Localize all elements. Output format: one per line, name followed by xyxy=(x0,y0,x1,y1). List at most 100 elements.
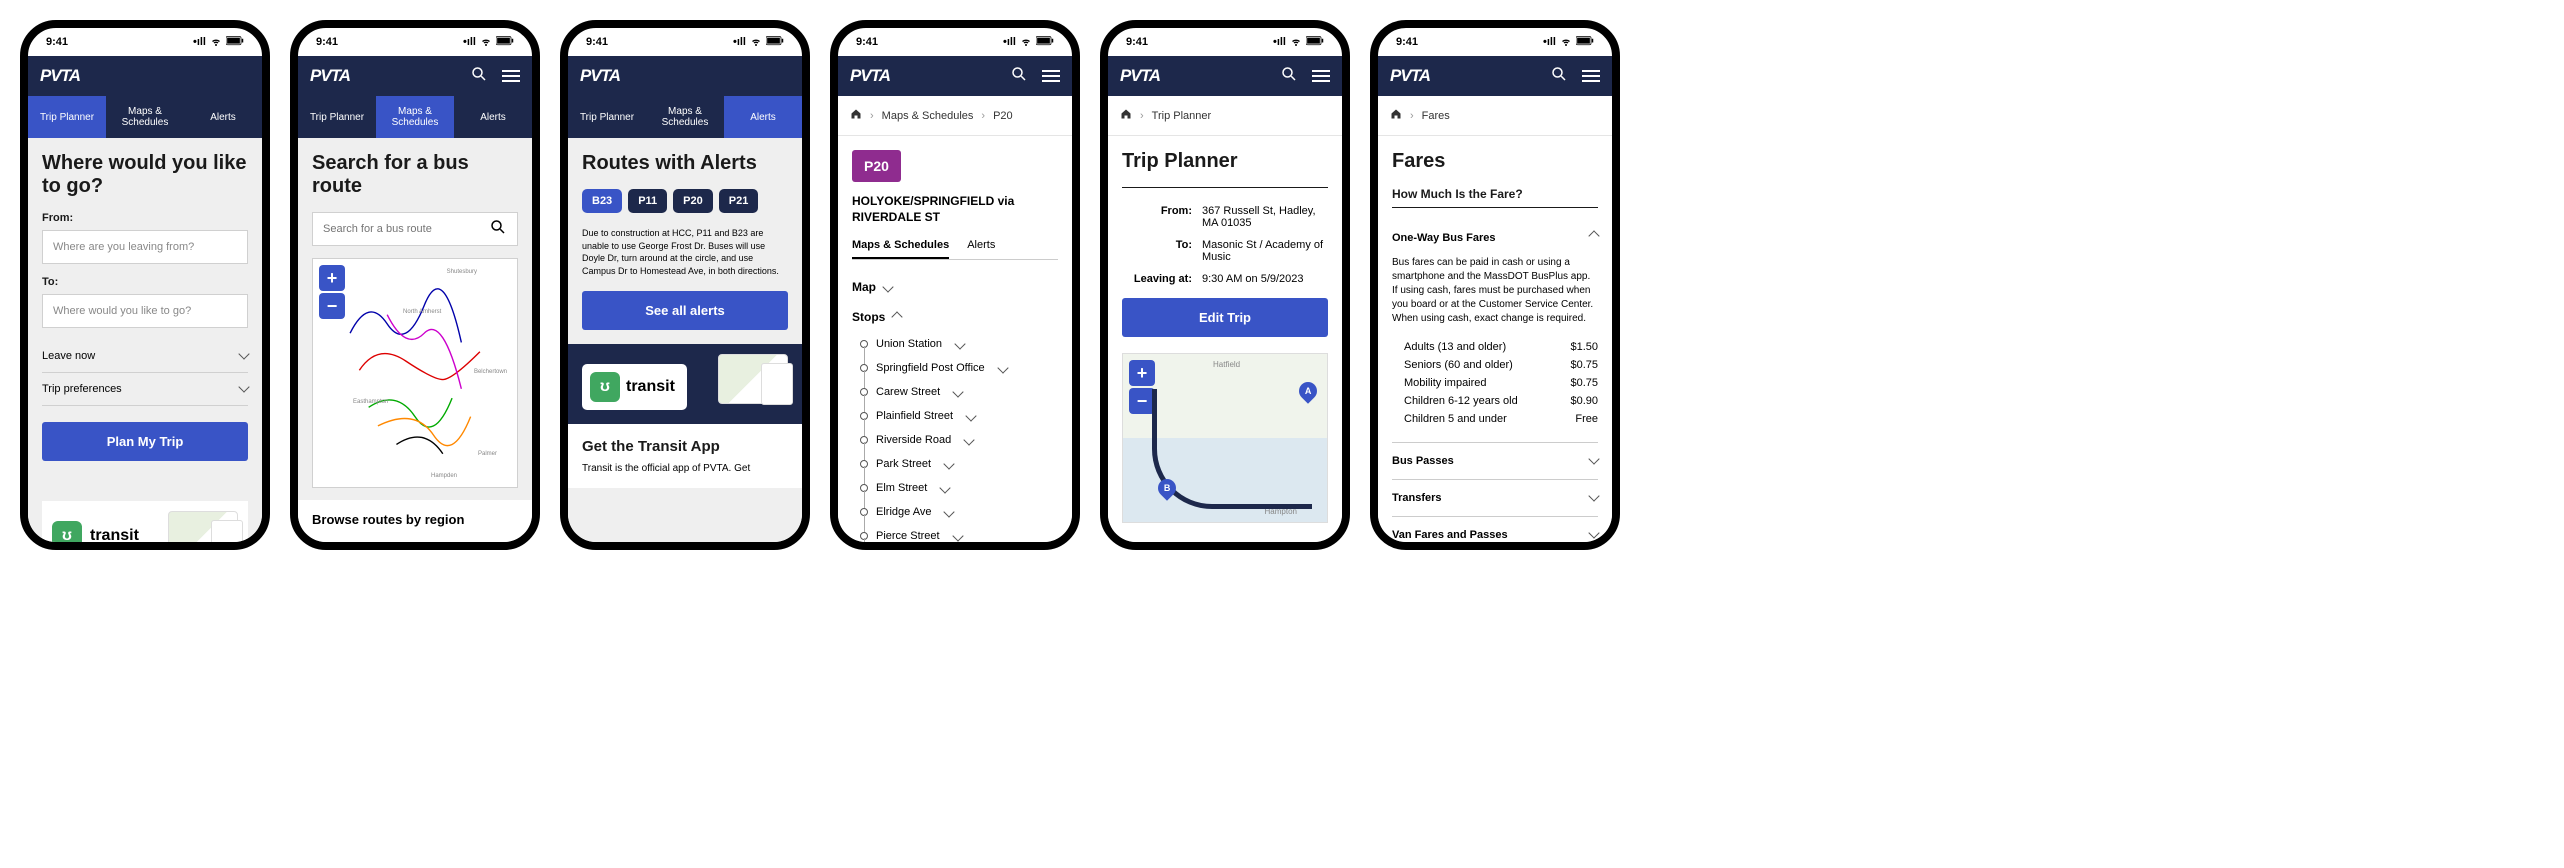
breadcrumb-item[interactable]: Maps & Schedules xyxy=(882,110,974,122)
fare-label: Mobility impaired xyxy=(1404,377,1487,389)
search-icon[interactable] xyxy=(1550,65,1568,88)
van-fares-accordion[interactable]: Van Fares and Passes xyxy=(1392,516,1598,545)
search-button[interactable] xyxy=(479,218,517,241)
trip-preferences-select[interactable]: Trip preferences xyxy=(42,373,248,406)
leaving-label: Leaving at: xyxy=(1122,273,1192,285)
main-tabs: Trip Planner Maps & Schedules Alerts xyxy=(28,96,262,138)
home-icon[interactable] xyxy=(1390,108,1402,123)
route-line-graphic xyxy=(1152,389,1312,509)
tab-alerts[interactable]: Alerts xyxy=(454,96,532,138)
map-expand[interactable]: Map xyxy=(852,272,1058,302)
brand-logo: PVTA xyxy=(850,66,890,86)
stop-item[interactable]: Union Station xyxy=(860,332,1058,356)
see-all-alerts-button[interactable]: See all alerts xyxy=(582,291,788,330)
stops-expand[interactable]: Stops xyxy=(852,302,1058,332)
fare-label: Children 5 and under xyxy=(1404,413,1507,425)
home-icon[interactable] xyxy=(1120,108,1132,123)
chevron-down-icon xyxy=(508,539,519,544)
home-icon[interactable] xyxy=(850,108,862,123)
stop-item[interactable]: Riverside Road xyxy=(860,428,1058,452)
stop-item[interactable]: Elridge Ave xyxy=(860,500,1058,524)
menu-icon[interactable] xyxy=(1042,70,1060,82)
fare-label: Adults (13 and older) xyxy=(1404,341,1506,353)
alert-description: Due to construction at HCC, P11 and B23 … xyxy=(582,227,788,277)
transit-app-card[interactable]: ʊ transit xyxy=(42,501,248,544)
from-input[interactable] xyxy=(42,230,248,264)
stop-name: Union Station xyxy=(876,338,942,350)
route-map[interactable]: + − Shutesbury North Amherst Belchertown… xyxy=(312,258,518,488)
content-area: P20 HOLYOKE/SPRINGFIELD via RIVERDALE ST… xyxy=(838,136,1072,545)
menu-icon[interactable] xyxy=(502,70,520,82)
breadcrumb: › Fares xyxy=(1378,96,1612,136)
tab-trip-planner[interactable]: Trip Planner xyxy=(568,96,646,138)
tab-trip-planner[interactable]: Trip Planner xyxy=(28,96,106,138)
stop-item[interactable]: Springfield Post Office xyxy=(860,356,1058,380)
battery-icon xyxy=(1576,36,1594,49)
from-label: From: xyxy=(42,212,248,224)
stop-item[interactable]: Carew Street xyxy=(860,380,1058,404)
fare-row: Seniors (60 and older)$0.75 xyxy=(1392,356,1598,374)
trip-to-row: To: Masonic St / Academy of Music xyxy=(1122,234,1328,268)
to-value: Masonic St / Academy of Music xyxy=(1202,239,1328,263)
zoom-in-button[interactable]: + xyxy=(1129,360,1155,386)
stop-item[interactable]: Plainfield Street xyxy=(860,404,1058,428)
tab-alerts[interactable]: Alerts xyxy=(724,96,802,138)
search-icon[interactable] xyxy=(1280,65,1298,88)
fares-intro-text: Bus fares can be paid in cash or using a… xyxy=(1392,256,1598,326)
phone-fares: 9:41 •ıll PVTA › Fares Fares How Much Is… xyxy=(1370,20,1620,550)
region-row[interactable]: Springfield Area xyxy=(312,531,518,544)
menu-icon[interactable] xyxy=(1312,70,1330,82)
stop-item[interactable]: Park Street xyxy=(860,452,1058,476)
signal-icon: •ıll xyxy=(463,36,476,48)
fare-price: Free xyxy=(1575,413,1598,425)
tab-maps-schedules[interactable]: Maps & Schedules xyxy=(376,96,454,138)
brand-logo: PVTA xyxy=(40,66,80,86)
sub-tab-alerts[interactable]: Alerts xyxy=(967,239,995,259)
tab-trip-planner[interactable]: Trip Planner xyxy=(298,96,376,138)
breadcrumb-item: Trip Planner xyxy=(1152,110,1212,122)
route-chip[interactable]: P11 xyxy=(628,189,667,213)
transfers-accordion[interactable]: Transfers xyxy=(1392,479,1598,516)
from-label: From: xyxy=(1122,205,1192,229)
search-box xyxy=(312,212,518,246)
plan-trip-button[interactable]: Plan My Trip xyxy=(42,422,248,461)
stop-item[interactable]: Elm Street xyxy=(860,476,1058,500)
phone-search-route: 9:41 •ıll PVTA Trip Planner Maps & Sched… xyxy=(290,20,540,550)
edit-trip-button[interactable]: Edit Trip xyxy=(1122,298,1328,337)
bus-passes-accordion[interactable]: Bus Passes xyxy=(1392,442,1598,479)
route-chip[interactable]: P21 xyxy=(719,189,759,213)
search-icon[interactable] xyxy=(470,65,488,88)
brand-logo: PVTA xyxy=(310,66,350,86)
tab-maps-schedules[interactable]: Maps & Schedules xyxy=(106,96,184,138)
content-area: Search for a bus route + − Shutesbury No… xyxy=(298,138,532,544)
accordion-label: Van Fares and Passes xyxy=(1392,529,1508,541)
leave-now-select[interactable]: Leave now xyxy=(42,340,248,373)
phone-alerts: 9:41 •ıll PVTA Trip Planner Maps & Sched… xyxy=(560,20,810,550)
breadcrumb: › Trip Planner xyxy=(1108,96,1342,136)
one-way-accordion[interactable]: One-Way Bus Fares xyxy=(1392,220,1598,256)
route-chip[interactable]: P20 xyxy=(673,189,713,213)
chevron-down-icon xyxy=(953,387,964,398)
trip-result-map[interactable]: + − Hatfield Hampton A B xyxy=(1122,353,1328,523)
route-chip[interactable]: B23 xyxy=(582,189,622,213)
stop-item[interactable]: Pierce Street xyxy=(860,524,1058,545)
chevron-down-icon xyxy=(964,435,975,446)
wifi-icon xyxy=(210,35,222,50)
to-input[interactable] xyxy=(42,294,248,328)
stops-section-label: Stops xyxy=(852,310,885,324)
search-input[interactable] xyxy=(313,213,479,245)
tab-alerts[interactable]: Alerts xyxy=(184,96,262,138)
status-icons: •ıll xyxy=(193,35,244,50)
get-app-heading: Get the Transit App xyxy=(582,438,788,455)
stop-name: Plainfield Street xyxy=(876,410,953,422)
signal-icon: •ıll xyxy=(733,36,746,48)
status-icons: •ıll xyxy=(1273,35,1324,50)
menu-icon[interactable] xyxy=(1582,70,1600,82)
search-icon[interactable] xyxy=(1010,65,1028,88)
trip-leaving-row: Leaving at: 9:30 AM on 5/9/2023 xyxy=(1122,268,1328,290)
accordion-label: One-Way Bus Fares xyxy=(1392,232,1496,244)
sub-tab-maps[interactable]: Maps & Schedules xyxy=(852,239,949,259)
status-icons: •ıll xyxy=(463,35,514,50)
tab-maps-schedules[interactable]: Maps & Schedules xyxy=(646,96,724,138)
wifi-icon xyxy=(750,35,762,50)
